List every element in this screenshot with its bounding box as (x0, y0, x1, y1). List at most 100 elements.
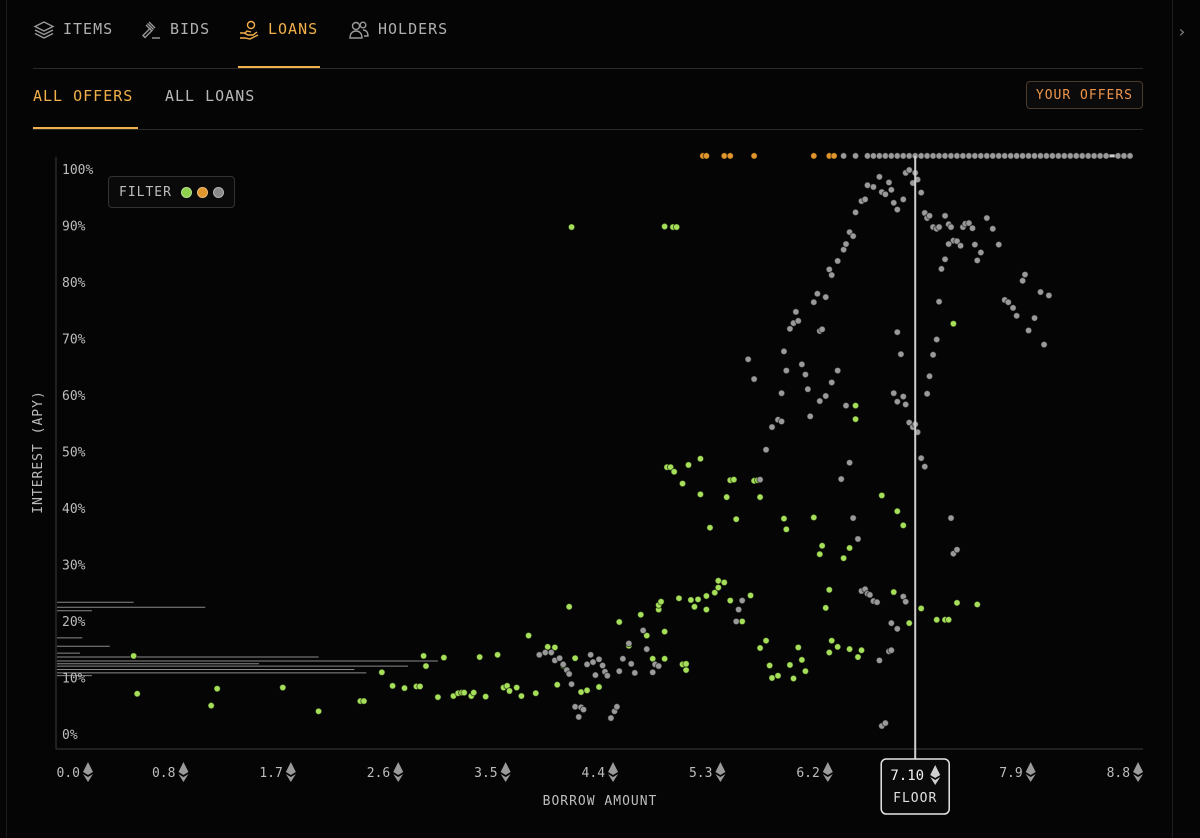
scatter-point-green[interactable] (825, 586, 833, 594)
scatter-point-gray[interactable] (603, 671, 612, 680)
scatter-point-green[interactable] (571, 654, 579, 662)
scatter-point-green[interactable] (207, 701, 215, 710)
scatter-point-green[interactable] (687, 596, 695, 604)
filter-green-dot[interactable] (180, 186, 192, 198)
scatter-point-gray[interactable] (654, 662, 663, 670)
scatter-point-gray[interactable] (893, 397, 902, 406)
scatter-point-gray[interactable] (801, 370, 810, 379)
scatter-point-gray[interactable] (971, 152, 979, 160)
scatter-point-gray[interactable] (1018, 277, 1027, 285)
scatter-point-gray[interactable] (901, 597, 910, 606)
scatter-point-gray[interactable] (881, 719, 890, 727)
scatter-point-gray[interactable] (845, 458, 854, 467)
scatter-point-green[interactable] (694, 595, 702, 604)
scatter-point-green[interactable] (422, 662, 430, 670)
scatter-point-gray[interactable] (890, 199, 898, 207)
scatter-point-gray[interactable] (983, 152, 991, 160)
scatter-point-green[interactable] (953, 599, 961, 607)
scatter-point-gray[interactable] (762, 445, 770, 454)
scatter-point-gray[interactable] (947, 514, 955, 522)
scatter-point-green[interactable] (672, 223, 681, 231)
scatter-point-green[interactable] (553, 681, 561, 689)
scatter-point-gray[interactable] (810, 298, 818, 306)
scatter-point-gray[interactable] (917, 152, 925, 160)
scatter-point-gray[interactable] (917, 188, 925, 197)
scatter-point-gray[interactable] (631, 669, 639, 677)
scatter-point-gray[interactable] (917, 454, 925, 462)
scatter-point-gray[interactable] (897, 350, 905, 358)
scatter-point-gray[interactable] (935, 297, 943, 306)
scatter-point-green[interactable] (732, 515, 740, 523)
scatter-point-gray[interactable] (732, 617, 740, 626)
scatter-point-gray[interactable] (625, 639, 633, 648)
scatter-point-green[interactable] (714, 577, 723, 585)
scatter-point-green[interactable] (577, 688, 585, 696)
scatter-point-gray[interactable] (937, 265, 946, 273)
scatter-point-green[interactable] (419, 652, 428, 660)
scatter-point-gray[interactable] (827, 271, 836, 279)
scatter-point-green[interactable] (696, 490, 705, 499)
scatter-point-green[interactable] (567, 223, 576, 231)
scatter-point-green[interactable] (213, 684, 221, 693)
scatter-point-gray[interactable] (873, 598, 881, 606)
scatter-point-gray[interactable] (899, 195, 907, 204)
scatter-point-green[interactable] (702, 592, 711, 600)
scatter-point-gray[interactable] (598, 661, 607, 670)
scatter-point-green[interactable] (682, 660, 690, 668)
scatter-point-gray[interactable] (875, 152, 884, 160)
scatter-point-gray[interactable] (935, 152, 943, 160)
scatter-point-green[interactable] (774, 671, 782, 680)
scatter-point-green[interactable] (899, 521, 907, 530)
scatter-point-gray[interactable] (1021, 270, 1029, 279)
scatter-point-gray[interactable] (744, 355, 752, 363)
scatter-point-gray[interactable] (887, 152, 896, 160)
scatter-point-gray[interactable] (965, 152, 973, 160)
scatter-point-gray[interactable] (837, 475, 845, 483)
scatter-point-gray[interactable] (816, 397, 824, 405)
scatter-point-gray[interactable] (822, 293, 830, 301)
scatter-point-gray[interactable] (881, 152, 890, 160)
scatter-point-gray[interactable] (798, 360, 806, 369)
scatter-point-green[interactable] (670, 468, 678, 476)
scatter-point-gray[interactable] (1126, 152, 1134, 160)
scatter-point-gray[interactable] (1084, 152, 1092, 160)
scatter-point-gray[interactable] (1045, 291, 1053, 300)
scatter-point-green[interactable] (565, 603, 573, 611)
scatter-point-gray[interactable] (734, 605, 743, 614)
scatter-point-gray[interactable] (1102, 152, 1110, 160)
scatter-point-gray[interactable] (842, 401, 850, 410)
scatter-point-gray[interactable] (849, 514, 857, 522)
scatter-point-gray[interactable] (833, 257, 842, 265)
scatter-point-green[interactable] (517, 692, 526, 700)
scatter-point-gray[interactable] (1072, 152, 1081, 160)
scatter-point-gray[interactable] (935, 223, 943, 231)
scatter-point-gray[interactable] (941, 212, 949, 220)
scatter-point-green[interactable] (818, 542, 826, 550)
scatter-point-gray[interactable] (995, 240, 1003, 249)
scatter-point-gray[interactable] (571, 703, 579, 711)
scatter-point-gray[interactable] (768, 423, 776, 431)
scatter-point-gray[interactable] (818, 325, 826, 334)
scatter-point-gray[interactable] (806, 412, 814, 421)
scatter-point-green[interactable] (481, 692, 490, 701)
scatter-point-green[interactable] (440, 653, 448, 662)
scatter-point-green[interactable] (434, 693, 442, 701)
scatter-point-gray[interactable] (929, 351, 937, 359)
scatter-point-green[interactable] (762, 636, 770, 645)
scatter-point-gray[interactable] (944, 240, 953, 248)
scatter-point-gray[interactable] (782, 366, 791, 375)
scatter-point-gray[interactable] (1042, 152, 1051, 160)
scatter-point-gray[interactable] (1060, 152, 1069, 160)
scatter-point-gray[interactable] (921, 462, 929, 471)
scatter-point-green[interactable] (798, 656, 806, 664)
scatter-point-gray[interactable] (893, 625, 902, 633)
scatter-point-gray[interactable] (1066, 152, 1075, 160)
scatter-point-green[interactable] (822, 604, 830, 612)
scatter-point-green[interactable] (845, 544, 854, 552)
scatter-point-gray[interactable] (777, 389, 786, 397)
scatter-point-green[interactable] (839, 554, 848, 562)
scatter-point-gray[interactable] (639, 626, 647, 635)
scatter-point-green[interactable] (660, 655, 669, 663)
scatter-point-green[interactable] (675, 594, 683, 602)
scatter-point-gray[interactable] (854, 535, 862, 543)
